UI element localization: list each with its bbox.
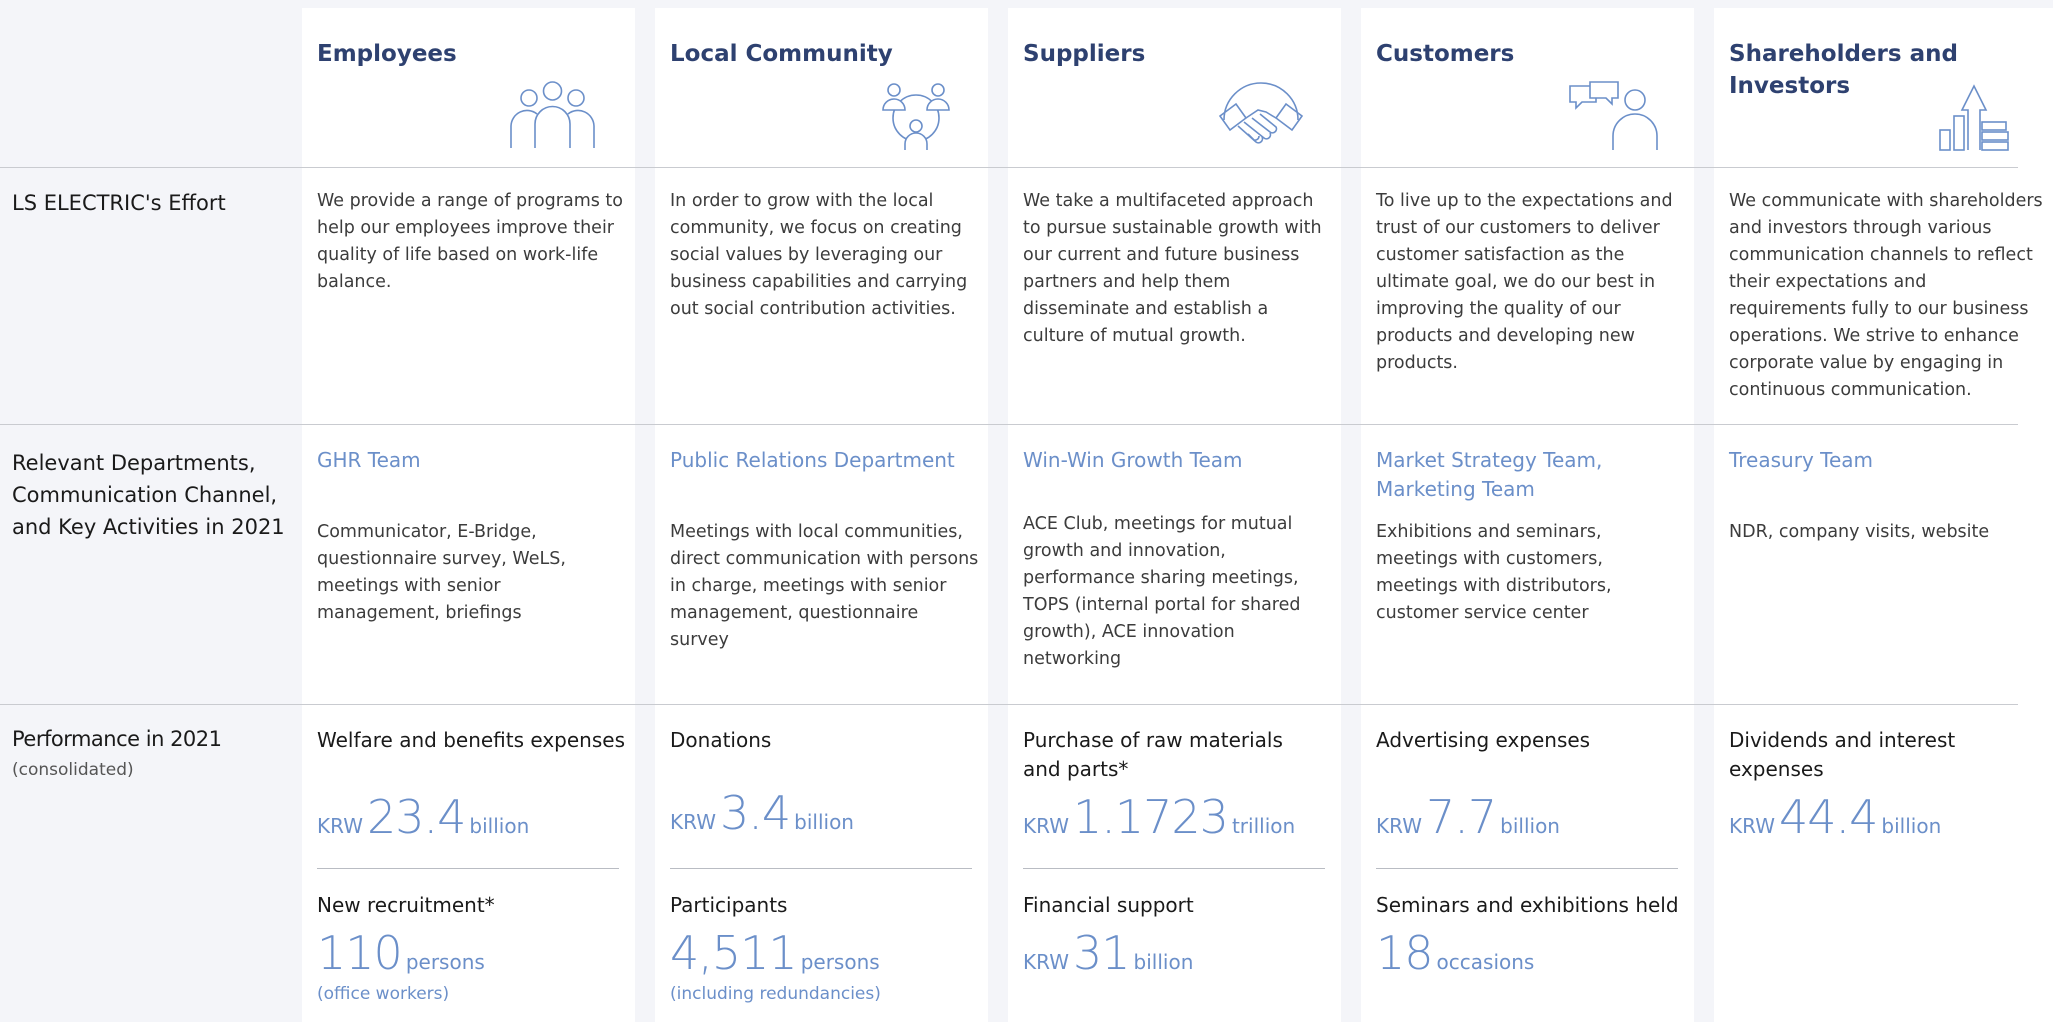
metric-unit-suffix: billion: [1133, 950, 1194, 974]
row-label-performance-sub: (consolidated): [12, 760, 134, 780]
metric-number: 3.4: [719, 786, 791, 840]
department-employees: GHR Team: [317, 448, 421, 472]
people-group-icon: [505, 80, 600, 150]
metric2-value-customers: 18 occasions: [1376, 926, 1534, 980]
column-local-community: [655, 8, 988, 1022]
metric2-value-employees: 110 persons: [317, 926, 485, 980]
metric1-label-local-community: Donations: [670, 728, 772, 752]
metric-divider: [1023, 868, 1325, 869]
effort-text-customers: To live up to the expectations and trust…: [1376, 191, 1673, 373]
column-employees: [302, 8, 635, 1022]
metric-unit-prefix: KRW: [670, 810, 716, 834]
metric-unit-suffix: billion: [794, 810, 854, 834]
metric1-label-suppliers: Purchase of raw materials and parts*: [1023, 728, 1283, 781]
customer-chat-icon: [1568, 80, 1658, 152]
metric1-label-employees: Welfare and benefits expenses: [317, 728, 625, 752]
metric-number: 44.4: [1778, 790, 1878, 844]
column-customers: [1361, 8, 1694, 1022]
metric-unit-suffix: persons: [405, 950, 485, 974]
metric2-value-suppliers: KRW31 billion: [1023, 926, 1193, 980]
row-divider: [0, 704, 2018, 705]
channels-local-community: Meetings with local communities, direct …: [670, 522, 979, 650]
metric1-value-customers: KRW7.7 billion: [1376, 790, 1560, 844]
row-label-effort: LS ELECTRIC's Effort: [12, 191, 226, 215]
metric-unit-prefix: KRW: [317, 814, 363, 838]
metric-unit-prefix: KRW: [1729, 814, 1775, 838]
effort-text-employees: We provide a range of programs to help o…: [317, 191, 624, 292]
metric1-label-customers: Advertising expenses: [1376, 728, 1591, 752]
effort-text-shareholders: We communicate with shareholders and inv…: [1729, 191, 2043, 400]
row-label-departments: Relevant Departments, Communication Chan…: [12, 451, 285, 539]
metric-unit-prefix: KRW: [1023, 814, 1069, 838]
metric-unit-suffix: billion: [1500, 814, 1560, 838]
metric1-value-employees: KRW23.4 billion: [317, 790, 529, 844]
metric-unit-prefix: KRW: [1023, 950, 1069, 974]
column-title-customers: Customers: [1376, 41, 1515, 67]
effort-text-suppliers: We take a multifaceted approach to pursu…: [1023, 191, 1322, 346]
metric1-value-suppliers: KRW1.1723 trillion: [1023, 790, 1295, 844]
metric2-note-local-community: (including redundancies): [670, 984, 881, 1004]
column-title-suppliers: Suppliers: [1023, 41, 1146, 67]
metric-divider: [670, 868, 972, 869]
row-divider: [0, 424, 2018, 425]
channels-customers: Exhibitions and seminars, meetings with …: [1376, 522, 1612, 623]
community-circle-icon: [880, 80, 952, 152]
channels-shareholders: NDR, company visits, website: [1729, 522, 1990, 542]
metric-number: 23.4: [366, 790, 466, 844]
channels-suppliers: ACE Club, meetings for mutual growth and…: [1023, 514, 1301, 669]
metric-number: 7.7: [1425, 790, 1497, 844]
department-local-community: Public Relations Department: [670, 448, 955, 472]
metric1-value-local-community: KRW3.4 billion: [670, 786, 854, 840]
handshake-icon: [1218, 80, 1304, 154]
metric2-label-suppliers: Financial support: [1023, 893, 1194, 917]
department-suppliers: Win-Win Growth Team: [1023, 448, 1243, 472]
column-shareholders: [1714, 8, 2053, 1022]
effort-text-local-community: In order to grow with the local communit…: [670, 191, 968, 319]
metric2-value-local-community: 4,511 persons: [670, 926, 880, 980]
metric2-label-customers: Seminars and exhibitions held: [1376, 893, 1679, 917]
metric1-label-shareholders: Dividends and interest expenses: [1729, 728, 1956, 781]
metric-number: 4,511: [670, 926, 798, 980]
metric-number: 110: [317, 926, 403, 980]
metric-unit-prefix: KRW: [1376, 814, 1422, 838]
metric-number: 1.1723: [1072, 790, 1229, 844]
metric-divider: [317, 868, 619, 869]
metric-number: 18: [1376, 926, 1434, 980]
metric2-label-employees: New recruitment*: [317, 893, 495, 917]
channels-employees: Communicator, E-Bridge, questionnaire su…: [317, 522, 566, 623]
row-divider: [0, 167, 2018, 168]
metric2-label-local-community: Participants: [670, 893, 788, 917]
metric1-value-shareholders: KRW44.4 billion: [1729, 790, 1941, 844]
metric-unit-suffix: persons: [800, 950, 880, 974]
growth-chart-icon: [1938, 82, 2010, 152]
column-title-local-community: Local Community: [670, 41, 893, 67]
row-label-performance: Performance in 2021: [12, 727, 222, 751]
metric-unit-suffix: occasions: [1436, 950, 1535, 974]
department-shareholders: Treasury Team: [1729, 448, 1873, 472]
metric2-note-employees: (office workers): [317, 984, 450, 1004]
metric-unit-suffix: billion: [1881, 814, 1942, 838]
metric-number: 31: [1072, 926, 1131, 980]
metric-unit-suffix: billion: [469, 814, 530, 838]
department-customers: Market Strategy Team, Marketing Team: [1376, 448, 1603, 501]
column-title-employees: Employees: [317, 41, 457, 67]
metric-unit-suffix: trillion: [1231, 814, 1296, 838]
metric-divider: [1376, 868, 1678, 869]
